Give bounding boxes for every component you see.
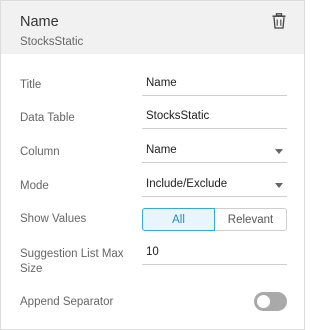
panel-title: Name (20, 14, 59, 30)
mode-select-value: Include/Exclude (146, 178, 228, 190)
trash-icon[interactable] (272, 13, 286, 29)
append-separator-toggle[interactable] (254, 292, 287, 311)
column-select[interactable]: Name (142, 140, 287, 163)
chevron-down-icon (275, 149, 283, 154)
mode-label: Mode (20, 180, 49, 192)
panel-subtitle: StocksStatic (20, 36, 84, 48)
properties-panel: Name StocksStatic Title Name Data Table … (0, 0, 305, 330)
data-table-input[interactable]: StocksStatic (142, 106, 287, 129)
panel-header: Name StocksStatic (1, 1, 304, 54)
suggestion-list-max-size-input[interactable]: 10 (142, 242, 287, 265)
data-table-value: StocksStatic (146, 110, 210, 122)
show-values-relevant-button[interactable]: Relevant (215, 208, 287, 231)
suggestion-list-max-size-label: Suggestion List Max Size (20, 247, 124, 277)
append-separator-label: Append Separator (20, 296, 114, 308)
suggestion-list-max-size-value: 10 (146, 246, 159, 258)
mode-select[interactable]: Include/Exclude (142, 174, 287, 197)
suggestion-label-line2: Size (20, 263, 43, 275)
show-values-label: Show Values (20, 213, 87, 225)
column-select-value: Name (146, 144, 177, 156)
title-label: Title (20, 79, 42, 91)
show-values-toggle-group: All Relevant (142, 208, 287, 231)
chevron-down-icon (275, 183, 283, 188)
suggestion-label-line1: Suggestion List Max (20, 248, 124, 260)
title-input-value: Name (146, 77, 177, 89)
toggle-knob (257, 295, 270, 308)
data-table-label: Data Table (20, 112, 75, 124)
show-values-all-button[interactable]: All (142, 208, 215, 231)
column-label: Column (20, 146, 60, 158)
title-input[interactable]: Name (142, 73, 287, 96)
